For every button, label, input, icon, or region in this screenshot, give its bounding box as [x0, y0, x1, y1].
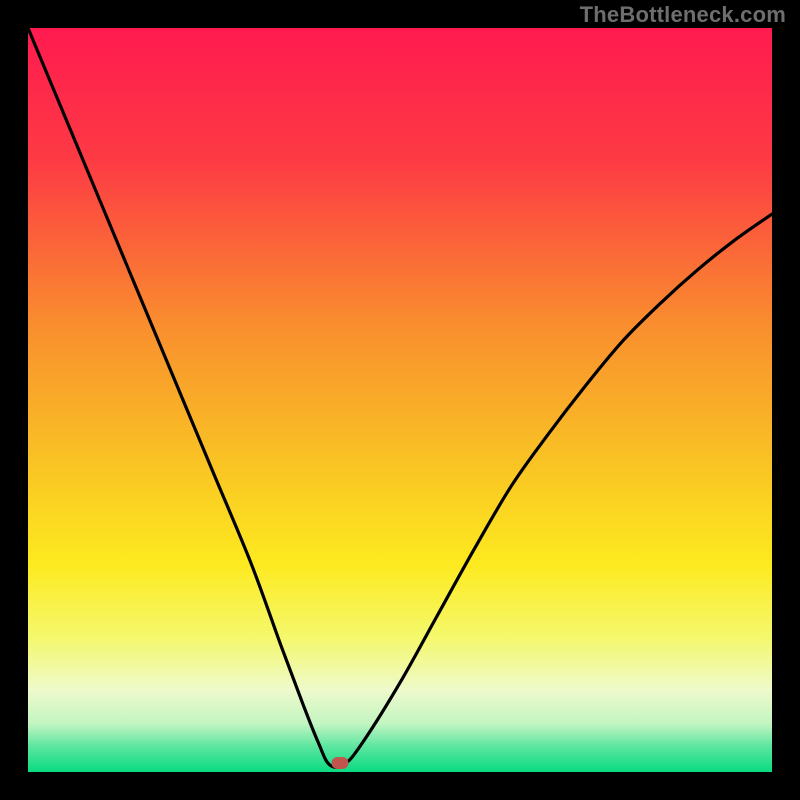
figure-frame: TheBottleneck.com	[0, 0, 800, 800]
optimal-point-marker	[332, 757, 349, 769]
bottleneck-curve	[28, 28, 772, 772]
plot-area	[28, 28, 772, 772]
watermark-text: TheBottleneck.com	[580, 2, 786, 28]
